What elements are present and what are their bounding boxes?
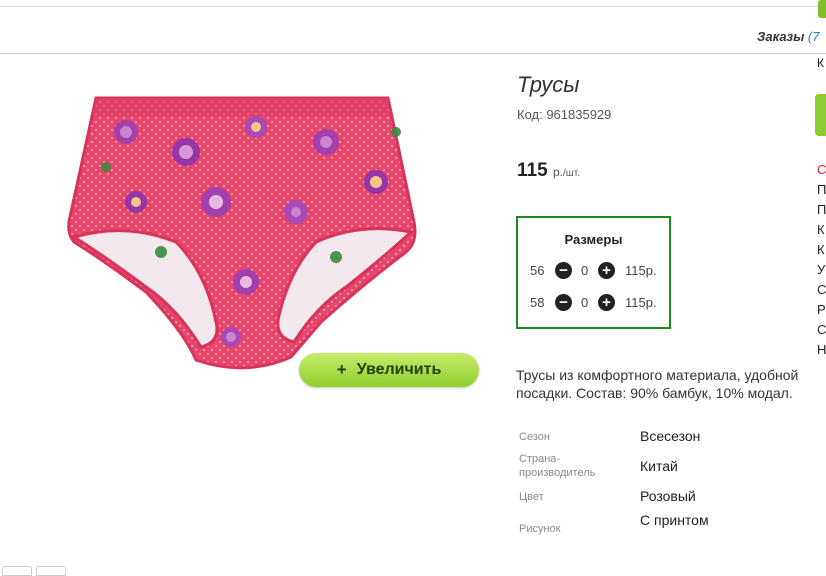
right-edge-item[interactable]: П — [817, 180, 826, 200]
quantity-value: 0 — [581, 263, 589, 278]
size-row: 56 − 0 + 115р. — [518, 260, 669, 280]
price-unit: р. — [552, 165, 563, 179]
attribute-label: Сезон — [519, 431, 550, 443]
size-price: 115р. — [625, 295, 657, 310]
attribute-value: Всесезон — [640, 428, 701, 444]
right-edge-item[interactable]: С — [817, 280, 826, 300]
bottom-tab[interactable] — [2, 566, 32, 576]
attribute-label: Цвет — [519, 491, 544, 503]
top-bar: Заказы (7 — [0, 7, 826, 54]
right-edge-menu: С П П К К У С Р С Н — [817, 160, 826, 360]
right-edge-item[interactable]: С — [817, 160, 826, 180]
right-edge-item[interactable]: Р — [817, 300, 826, 320]
right-edge-item[interactable]: К — [817, 240, 826, 260]
orders-count: (7 — [807, 29, 820, 44]
right-edge-item[interactable]: Н — [817, 340, 826, 360]
size-label: 58 — [530, 295, 545, 310]
minus-icon[interactable]: − — [555, 262, 572, 279]
right-edge-item[interactable]: С — [817, 320, 826, 340]
price-value: 115 — [517, 160, 548, 181]
zoom-label: Увеличить — [356, 361, 442, 378]
right-edge-item[interactable]: П — [817, 200, 826, 220]
plus-circle-icon[interactable]: + — [598, 294, 615, 311]
minus-icon[interactable]: − — [555, 294, 572, 311]
product-price: 115 р./шт. — [517, 160, 580, 182]
attribute-value: Китай — [640, 458, 678, 474]
size-label: 56 — [530, 263, 545, 278]
zoom-button[interactable]: + Увеличить — [299, 353, 479, 387]
sizes-title: Размеры — [564, 232, 623, 247]
plus-circle-icon[interactable]: + — [598, 262, 615, 279]
green-side-button[interactable] — [815, 94, 826, 136]
quantity-value: 0 — [581, 295, 589, 310]
attribute-value: Розовый — [640, 488, 696, 504]
size-price: 115р. — [625, 263, 657, 278]
orders-label: Заказы — [757, 29, 805, 44]
attribute-label: Страна-производитель — [519, 453, 596, 479]
bottom-tabs — [0, 566, 66, 576]
product-code: Код: 961835929 — [517, 107, 612, 122]
product-description: Трусы из комфортного материала, удобной … — [516, 367, 799, 401]
attribute-label: Рисунок — [519, 523, 561, 535]
bottom-tab[interactable] — [36, 566, 66, 576]
green-tab-top[interactable] — [818, 0, 826, 18]
right-edge-text: К — [817, 56, 824, 70]
size-row: 58 − 0 + 115р. — [518, 292, 669, 312]
sizes-panel: Размеры 56 − 0 + 115р. 58 − 0 + 115р. — [516, 216, 671, 329]
product-title: Трусы — [517, 72, 580, 97]
right-edge-item[interactable]: У — [817, 260, 826, 280]
orders-link[interactable]: Заказы (7 — [757, 29, 819, 44]
product-image[interactable] — [66, 92, 424, 382]
price-per: /шт. — [562, 168, 581, 179]
attribute-value: С принтом — [640, 512, 709, 528]
right-edge-item[interactable]: К — [817, 220, 826, 240]
plus-icon: + — [336, 360, 347, 379]
